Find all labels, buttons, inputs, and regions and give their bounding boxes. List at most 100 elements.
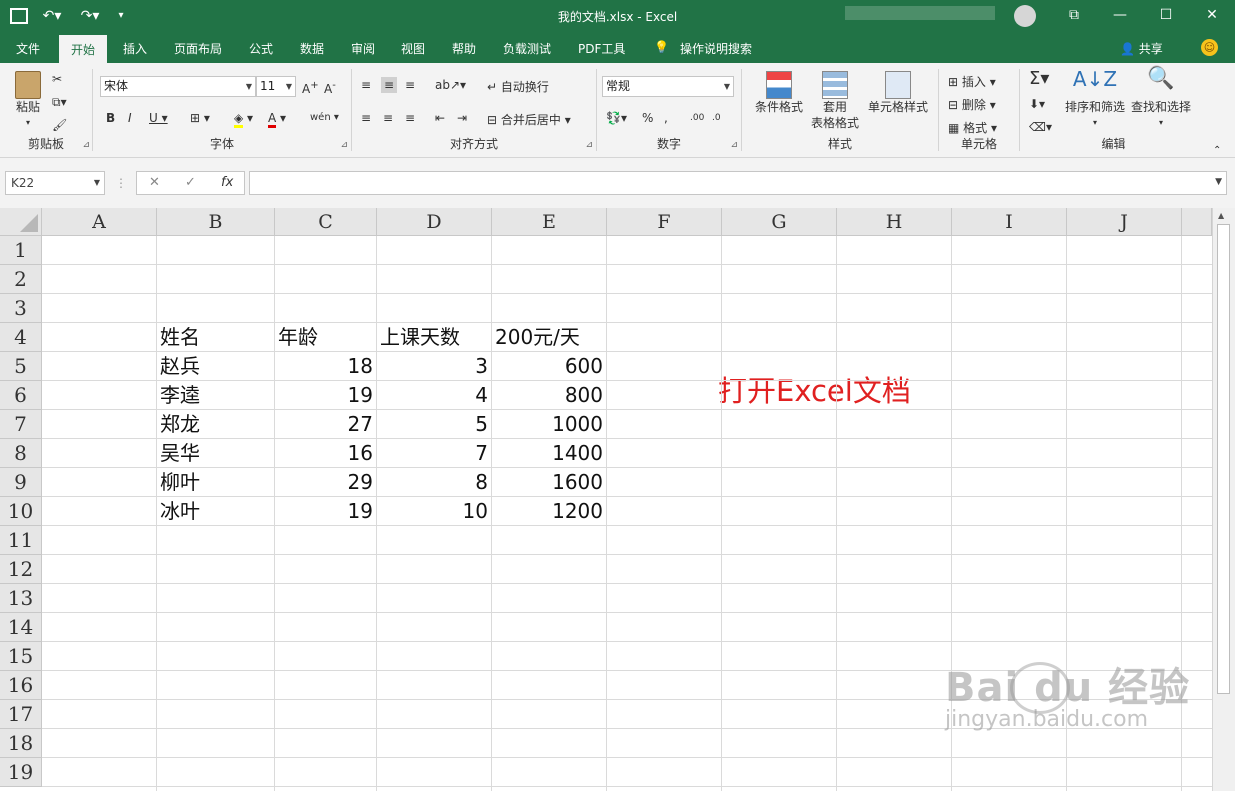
tell-me-search[interactable]: 操作说明搜索 (680, 40, 752, 57)
cell-c9[interactable]: 29 (275, 468, 373, 496)
cell-c5[interactable]: 18 (275, 352, 373, 380)
row-header-5[interactable]: 5 (0, 352, 42, 381)
row-header-3[interactable]: 3 (0, 294, 42, 323)
collapse-ribbon-icon[interactable]: ⌃ (1213, 143, 1221, 159)
cell-b10[interactable]: 冰叶 (160, 497, 200, 525)
row-header-2[interactable]: 2 (0, 265, 42, 294)
fill-icon[interactable]: ⬇▾ (1029, 96, 1045, 112)
cell-e10[interactable]: 1200 (492, 497, 603, 525)
cell-e7[interactable]: 1000 (492, 410, 603, 438)
cell-e8[interactable]: 1400 (492, 439, 603, 467)
cell-c7[interactable]: 27 (275, 410, 373, 438)
row-header-4[interactable]: 4 (0, 323, 42, 352)
autosum-icon[interactable]: Σ▾ (1029, 70, 1049, 88)
fill-color-icon[interactable]: ◈ ▾ (234, 110, 253, 128)
clear-icon[interactable]: ⌫▾ (1029, 119, 1052, 135)
currency-icon[interactable]: 💱▾ (606, 110, 627, 126)
decrease-indent-icon[interactable]: ⇤ (435, 110, 445, 126)
cell-b6[interactable]: 李逵 (160, 381, 200, 409)
smiley-feedback-icon[interactable]: ☺ (1201, 39, 1218, 56)
percent-icon[interactable]: % (642, 110, 653, 126)
cell-d5[interactable]: 3 (377, 352, 488, 380)
underline-button[interactable]: U ▾ (149, 110, 168, 126)
scroll-up-icon[interactable]: ▲ (1218, 211, 1224, 220)
row-header-6[interactable]: 6 (0, 381, 42, 410)
enter-icon[interactable]: ✓ (185, 172, 196, 194)
formula-input[interactable]: ▼ (249, 171, 1227, 195)
cell-d6[interactable]: 4 (377, 381, 488, 409)
row-header-8[interactable]: 8 (0, 439, 42, 468)
cell-b5[interactable]: 赵兵 (160, 352, 200, 380)
alignment-launcher-icon[interactable]: ⊿ (585, 140, 593, 150)
column-header-h[interactable]: H (837, 208, 952, 236)
row-header-12[interactable]: 12 (0, 555, 42, 584)
tab-review[interactable]: 审阅 (351, 40, 375, 57)
decrease-decimal-icon[interactable]: .0 (712, 110, 721, 126)
row-header-19[interactable]: 19 (0, 758, 42, 787)
cell-c10[interactable]: 19 (275, 497, 373, 525)
clipboard-launcher-icon[interactable]: ⊿ (82, 140, 90, 150)
cell-styles-button[interactable]: 单元格样式 (863, 71, 933, 115)
format-painter-icon[interactable]: 🖌 (52, 117, 67, 133)
font-color-icon[interactable]: A ▾ (268, 110, 286, 128)
tab-home[interactable]: 开始 (59, 35, 108, 63)
tab-page-layout[interactable]: 页面布局 (174, 40, 222, 57)
comma-icon[interactable]: , (664, 110, 668, 126)
cell-c4[interactable]: 年龄 (278, 323, 318, 351)
tab-help[interactable]: 帮助 (452, 40, 476, 57)
column-header-e[interactable]: E (492, 208, 607, 236)
align-center-icon[interactable]: ≡ (383, 110, 393, 126)
delete-cells-button[interactable]: ⊟ 删除 ▾ (948, 97, 996, 113)
align-left-icon[interactable]: ≡ (361, 110, 371, 126)
number-launcher-icon[interactable]: ⊿ (730, 140, 738, 150)
align-right-icon[interactable]: ≡ (405, 110, 415, 126)
maximize-icon[interactable]: ☐ (1143, 0, 1189, 32)
sort-filter-button[interactable]: A↓Z 排序和筛选 ▾ (1063, 69, 1127, 131)
decrease-font-icon[interactable]: A- (324, 78, 336, 97)
row-header-11[interactable]: 11 (0, 526, 42, 555)
row-header-7[interactable]: 7 (0, 410, 42, 439)
expand-formula-icon[interactable]: ▼ (1215, 177, 1222, 187)
tab-insert[interactable]: 插入 (123, 40, 147, 57)
row-header-18[interactable]: 18 (0, 729, 42, 758)
cell-b9[interactable]: 柳叶 (160, 468, 200, 496)
format-cells-button[interactable]: ▦ 格式 ▾ (948, 120, 997, 136)
column-header-i[interactable]: I (952, 208, 1067, 236)
row-header-14[interactable]: 14 (0, 613, 42, 642)
cell-e9[interactable]: 1600 (492, 468, 603, 496)
cell-e5[interactable]: 600 (492, 352, 603, 380)
close-icon[interactable]: ✕ (1189, 0, 1235, 32)
cell-c8[interactable]: 16 (275, 439, 373, 467)
wrap-text-button[interactable]: ↵ 自动换行 (487, 79, 549, 95)
conditional-format-button[interactable]: 条件格式 (749, 71, 809, 115)
italic-button[interactable]: I (128, 110, 132, 126)
cancel-icon[interactable]: ✕ (149, 172, 160, 194)
number-format-box[interactable]: 常规 ▼ (602, 76, 734, 97)
paste-button[interactable]: 粘贴 ▾ (12, 71, 44, 131)
scroll-thumb[interactable] (1217, 224, 1230, 694)
increase-indent-icon[interactable]: ⇥ (457, 110, 467, 126)
tab-data[interactable]: 数据 (300, 40, 324, 57)
insert-function-icon[interactable]: fx (221, 172, 233, 194)
column-header-b[interactable]: B (157, 208, 275, 236)
tab-view[interactable]: 视图 (401, 40, 425, 57)
row-header-1[interactable]: 1 (0, 236, 42, 265)
increase-font-icon[interactable]: A+ (302, 78, 319, 97)
tab-pdf-tools[interactable]: PDF工具 (578, 40, 625, 57)
cut-icon[interactable]: ✂ (52, 71, 62, 87)
vertical-scrollbar[interactable]: ▲ (1212, 208, 1235, 791)
minimize-icon[interactable]: — (1097, 0, 1143, 32)
insert-cells-button[interactable]: ⊞ 插入 ▾ (948, 74, 996, 90)
orientation-icon[interactable]: ab↗▾ (435, 77, 466, 93)
tab-load-test[interactable]: 负载测试 (503, 40, 551, 57)
cell-b8[interactable]: 吴华 (160, 439, 200, 467)
row-header-9[interactable]: 9 (0, 468, 42, 497)
name-box[interactable]: K22 ▼ (5, 171, 105, 195)
column-header-c[interactable]: C (275, 208, 377, 236)
cell-d4[interactable]: 上课天数 (380, 323, 460, 351)
row-header-15[interactable]: 15 (0, 642, 42, 671)
align-middle-icon[interactable]: ≡ (381, 77, 398, 93)
column-header-j[interactable]: J (1067, 208, 1182, 236)
row-header-17[interactable]: 17 (0, 700, 42, 729)
cell-d8[interactable]: 7 (377, 439, 488, 467)
